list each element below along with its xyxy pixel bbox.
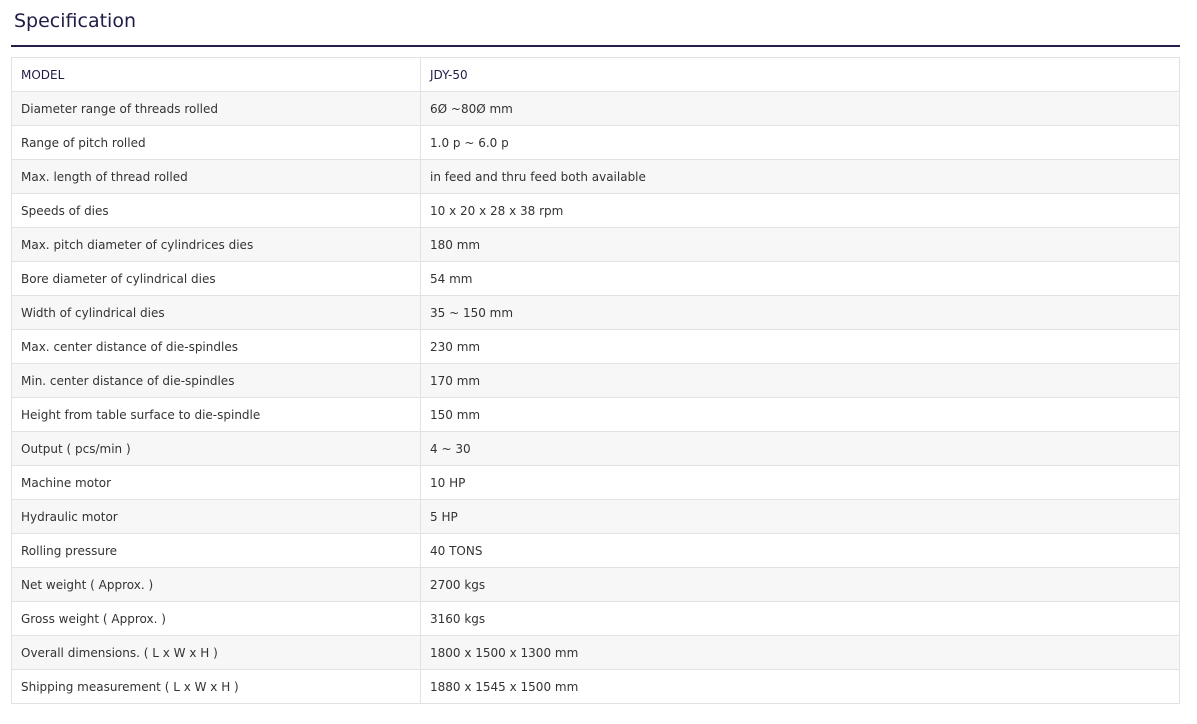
- spec-value: 1880 x 1545 x 1500 mm: [420, 669, 1180, 704]
- table-row: Max. center distance of die-spindles 230…: [11, 329, 1180, 364]
- spec-value: 3160 kgs: [420, 601, 1180, 636]
- spec-value: 170 mm: [420, 363, 1180, 398]
- spec-table: MODEL JDY-50 Diameter range of threads r…: [11, 57, 1180, 704]
- spec-label: Max. center distance of die-spindles: [11, 329, 421, 364]
- table-row: Min. center distance of die-spindles 170…: [11, 363, 1180, 398]
- table-row: Hydraulic motor 5 HP: [11, 499, 1180, 534]
- table-row: Max. length of thread rolled in feed and…: [11, 159, 1180, 194]
- spec-label: Machine motor: [11, 465, 421, 500]
- spec-label: MODEL: [11, 57, 421, 92]
- title-divider: [11, 45, 1180, 47]
- spec-value: JDY-50: [420, 57, 1180, 92]
- spec-value: 6Ø ~80Ø mm: [420, 91, 1180, 126]
- spec-label: Speeds of dies: [11, 193, 421, 228]
- spec-label: Height from table surface to die-spindle: [11, 397, 421, 432]
- spec-value: 10 HP: [420, 465, 1180, 500]
- table-row: Width of cylindrical dies 35 ~ 150 mm: [11, 295, 1180, 330]
- spec-value: 2700 kgs: [420, 567, 1180, 602]
- spec-value: 54 mm: [420, 261, 1180, 296]
- spec-value: 1800 x 1500 x 1300 mm: [420, 635, 1180, 670]
- spec-page: Specification MODEL JDY-50 Diameter rang…: [0, 0, 1197, 724]
- table-row: Output ( pcs/min ) 4 ~ 30: [11, 431, 1180, 466]
- table-row: Speeds of dies 10 x 20 x 28 x 38 rpm: [11, 193, 1180, 228]
- spec-value: 150 mm: [420, 397, 1180, 432]
- table-row: Shipping measurement ( L x W x H ) 1880 …: [11, 669, 1180, 704]
- spec-label: Range of pitch rolled: [11, 125, 421, 160]
- spec-label: Max. pitch diameter of cylindrices dies: [11, 227, 421, 262]
- table-row: Height from table surface to die-spindle…: [11, 397, 1180, 432]
- spec-label: Min. center distance of die-spindles: [11, 363, 421, 398]
- spec-value: 230 mm: [420, 329, 1180, 364]
- table-row: Bore diameter of cylindrical dies 54 mm: [11, 261, 1180, 296]
- table-row: Max. pitch diameter of cylindrices dies …: [11, 227, 1180, 262]
- section-title: Specification: [14, 10, 136, 32]
- spec-value: 180 mm: [420, 227, 1180, 262]
- spec-value: 35 ~ 150 mm: [420, 295, 1180, 330]
- table-row: Overall dimensions. ( L x W x H ) 1800 x…: [11, 635, 1180, 670]
- spec-value: 5 HP: [420, 499, 1180, 534]
- spec-label: Max. length of thread rolled: [11, 159, 421, 194]
- table-row: Machine motor 10 HP: [11, 465, 1180, 500]
- spec-value: 1.0 p ~ 6.0 p: [420, 125, 1180, 160]
- table-row: Diameter range of threads rolled 6Ø ~80Ø…: [11, 91, 1180, 126]
- spec-value: 4 ~ 30: [420, 431, 1180, 466]
- spec-value: 40 TONS: [420, 533, 1180, 568]
- spec-value: 10 x 20 x 28 x 38 rpm: [420, 193, 1180, 228]
- table-row: Net weight ( Approx. ) 2700 kgs: [11, 567, 1180, 602]
- spec-label: Diameter range of threads rolled: [11, 91, 421, 126]
- spec-label: Bore diameter of cylindrical dies: [11, 261, 421, 296]
- spec-label: Output ( pcs/min ): [11, 431, 421, 466]
- spec-label: Width of cylindrical dies: [11, 295, 421, 330]
- spec-label: Rolling pressure: [11, 533, 421, 568]
- table-row: Rolling pressure 40 TONS: [11, 533, 1180, 568]
- table-row: MODEL JDY-50: [11, 57, 1180, 92]
- spec-label: Hydraulic motor: [11, 499, 421, 534]
- table-row: Range of pitch rolled 1.0 p ~ 6.0 p: [11, 125, 1180, 160]
- spec-label: Net weight ( Approx. ): [11, 567, 421, 602]
- spec-value: in feed and thru feed both available: [420, 159, 1180, 194]
- spec-label: Shipping measurement ( L x W x H ): [11, 669, 421, 704]
- table-row: Gross weight ( Approx. ) 3160 kgs: [11, 601, 1180, 636]
- spec-label: Gross weight ( Approx. ): [11, 601, 421, 636]
- spec-label: Overall dimensions. ( L x W x H ): [11, 635, 421, 670]
